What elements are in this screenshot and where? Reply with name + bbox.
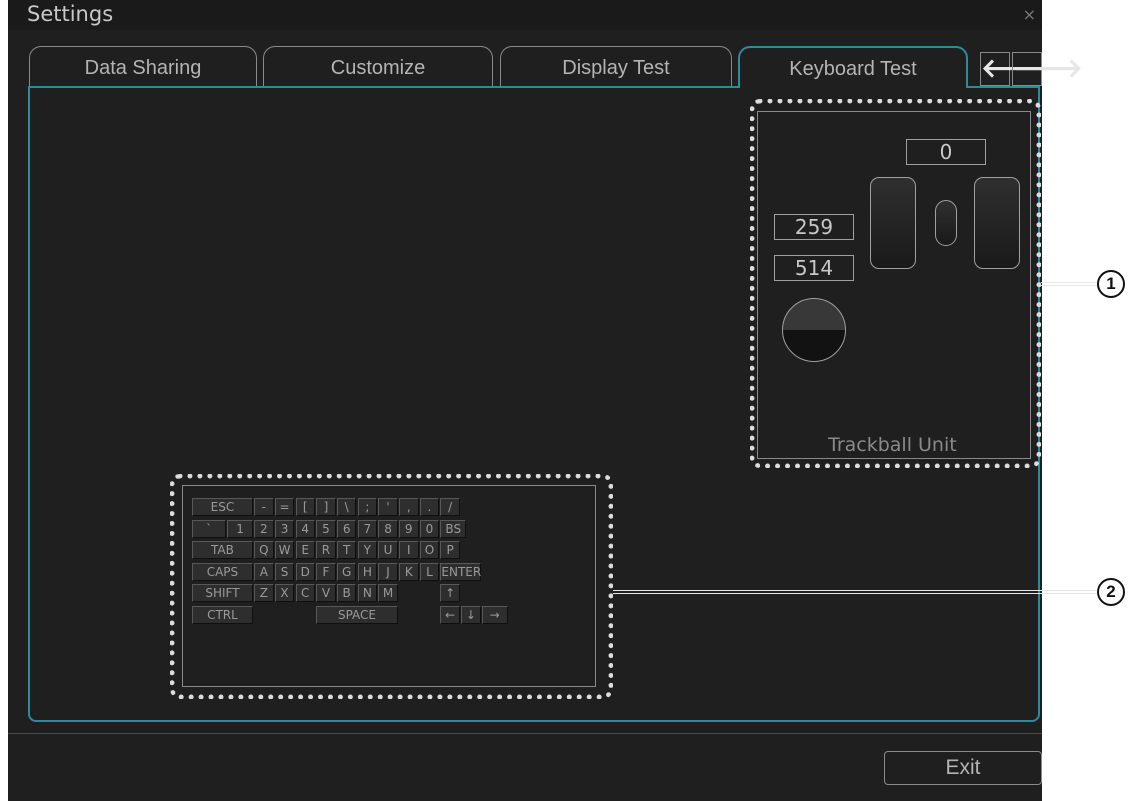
callout-outline-keyboard <box>170 474 613 699</box>
callout-outline-trackball <box>750 99 1041 468</box>
arrow-right-icon: 🡒 <box>1013 54 1083 84</box>
exit-button[interactable]: Exit <box>884 751 1042 785</box>
callout-leader-2 <box>613 590 1097 594</box>
window-title: Settings <box>27 2 114 26</box>
callout-leader-1 <box>1041 282 1097 286</box>
tab-customize[interactable]: Customize <box>263 46 493 86</box>
tab-data-sharing[interactable]: Data Sharing <box>29 46 257 86</box>
tab-next-button[interactable]: 🡒 <box>1012 52 1083 86</box>
tab-prev-button[interactable]: 🡐 <box>980 52 1051 86</box>
title-bar: Settings × <box>8 0 1042 30</box>
callout-marker-2: 2 <box>1097 578 1125 606</box>
tab-keyboard-test[interactable]: Keyboard Test <box>738 46 968 88</box>
close-icon[interactable]: × <box>1023 5 1036 24</box>
callout-marker-1: 1 <box>1097 270 1125 298</box>
footer-divider <box>8 733 1042 734</box>
tab-display-test[interactable]: Display Test <box>500 46 732 86</box>
